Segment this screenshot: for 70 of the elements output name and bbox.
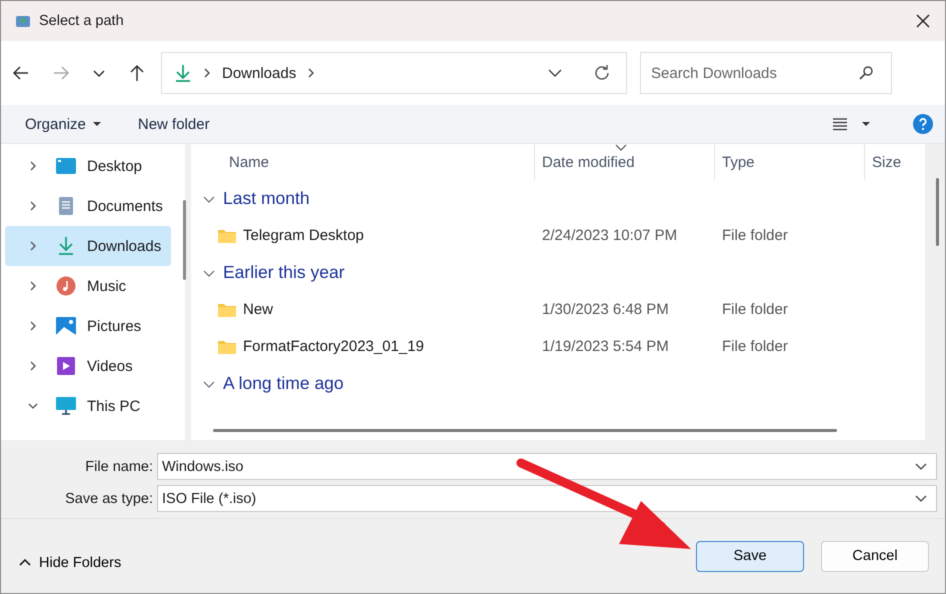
date-cell-text: 1/19/2023 5:54 PM [541, 338, 670, 355]
chevron-right-icon[interactable] [306, 67, 316, 79]
cancel-button[interactable]: Cancel [821, 540, 929, 572]
search-field[interactable]: Search Downloads [640, 52, 892, 94]
music-note-icon [55, 276, 77, 296]
sidebar-label: Documents [87, 198, 163, 214]
type-cell-text: File folder [721, 338, 789, 355]
date-cell-text: 1/30/2023 6:48 PM [541, 301, 670, 318]
folder-icon [217, 302, 237, 318]
chevron-down-icon[interactable] [914, 462, 928, 472]
file-name: Telegram Desktop [243, 227, 364, 244]
help-icon[interactable] [913, 114, 933, 134]
desktop-icon [55, 156, 77, 176]
search-icon [858, 65, 874, 81]
group-heading: Last month [223, 188, 310, 209]
address-bar[interactable]: Downloads [161, 52, 627, 94]
chevron-down-icon[interactable] [914, 494, 928, 504]
field-label: File name: [84, 458, 154, 474]
scrollbar-thumb[interactable] [936, 178, 939, 246]
scrollbar-thumb[interactable] [183, 200, 186, 280]
type-cell-text: File folder [721, 227, 789, 244]
sidebar-item[interactable]: This PC [5, 386, 171, 426]
close-icon[interactable] [915, 13, 931, 29]
file-row[interactable]: New 1/30/2023 6:48 PM File folder [201, 291, 925, 328]
sidebar-item[interactable]: Pictures [5, 306, 171, 346]
new-folder-button[interactable]: New folder [128, 112, 220, 136]
download-icon [174, 63, 192, 83]
column-header[interactable]: Date modified [535, 144, 715, 180]
picture-icon [55, 316, 77, 336]
column-header[interactable]: Name [201, 144, 535, 180]
file-name-field[interactable]: Windows.iso [157, 453, 937, 480]
sidebar-label: Desktop [87, 158, 142, 174]
chevron-right-icon [202, 67, 212, 79]
sidebar-label: Downloads [87, 238, 162, 254]
window-title: Select a path [39, 13, 124, 29]
save-button[interactable]: Save [696, 540, 804, 572]
file-type-dropdown[interactable]: ISO File (*.iso) [157, 485, 937, 512]
dropdown-caret-icon[interactable] [861, 120, 871, 128]
scrollbar-thumb[interactable] [213, 429, 837, 432]
sidebar-item[interactable]: Videos [5, 346, 171, 386]
organize-button[interactable]: Organize [15, 112, 112, 136]
folder-icon [217, 228, 237, 244]
field-label: Save as type: [64, 490, 154, 506]
breadcrumb-item[interactable]: Downloads [222, 64, 296, 82]
folder-icon [217, 338, 237, 354]
column-header[interactable]: Size [865, 144, 925, 180]
file-name: New [243, 301, 274, 318]
sidebar-label: Pictures [87, 318, 142, 334]
video-icon [55, 356, 77, 376]
app-icon [15, 13, 31, 29]
sidebar-label: This PC [87, 398, 140, 414]
column-header[interactable]: Type [715, 144, 865, 180]
file-row[interactable]: FormatFactory2023_01_19 1/19/2023 5:54 PM File folder [201, 328, 925, 365]
group-heading: Earlier this year [223, 262, 345, 283]
file-name: FormatFactory2023_01_19 [243, 338, 424, 355]
type-cell-text: File folder [721, 301, 789, 318]
sidebar-item[interactable]: Music [5, 266, 171, 306]
sidebar-item[interactable]: Documents [5, 186, 171, 226]
file-row[interactable]: Telegram Desktop 2/24/2023 10:07 PM File folder [201, 217, 925, 254]
sidebar-item[interactable]: Downloads [5, 226, 171, 266]
hide-folders-button[interactable]: Hide Folders [13, 554, 128, 572]
caret-icon [92, 120, 102, 128]
list-view-icon[interactable] [831, 116, 849, 132]
group-heading: A long time ago [223, 373, 344, 394]
caret-icon [19, 558, 31, 568]
date-cell-text: 2/24/2023 10:07 PM [541, 227, 678, 244]
sidebar-label: Videos [87, 358, 133, 374]
monitor-icon [55, 396, 77, 416]
sidebar-item[interactable]: Desktop [5, 146, 171, 186]
sidebar-label: Music [87, 278, 126, 294]
